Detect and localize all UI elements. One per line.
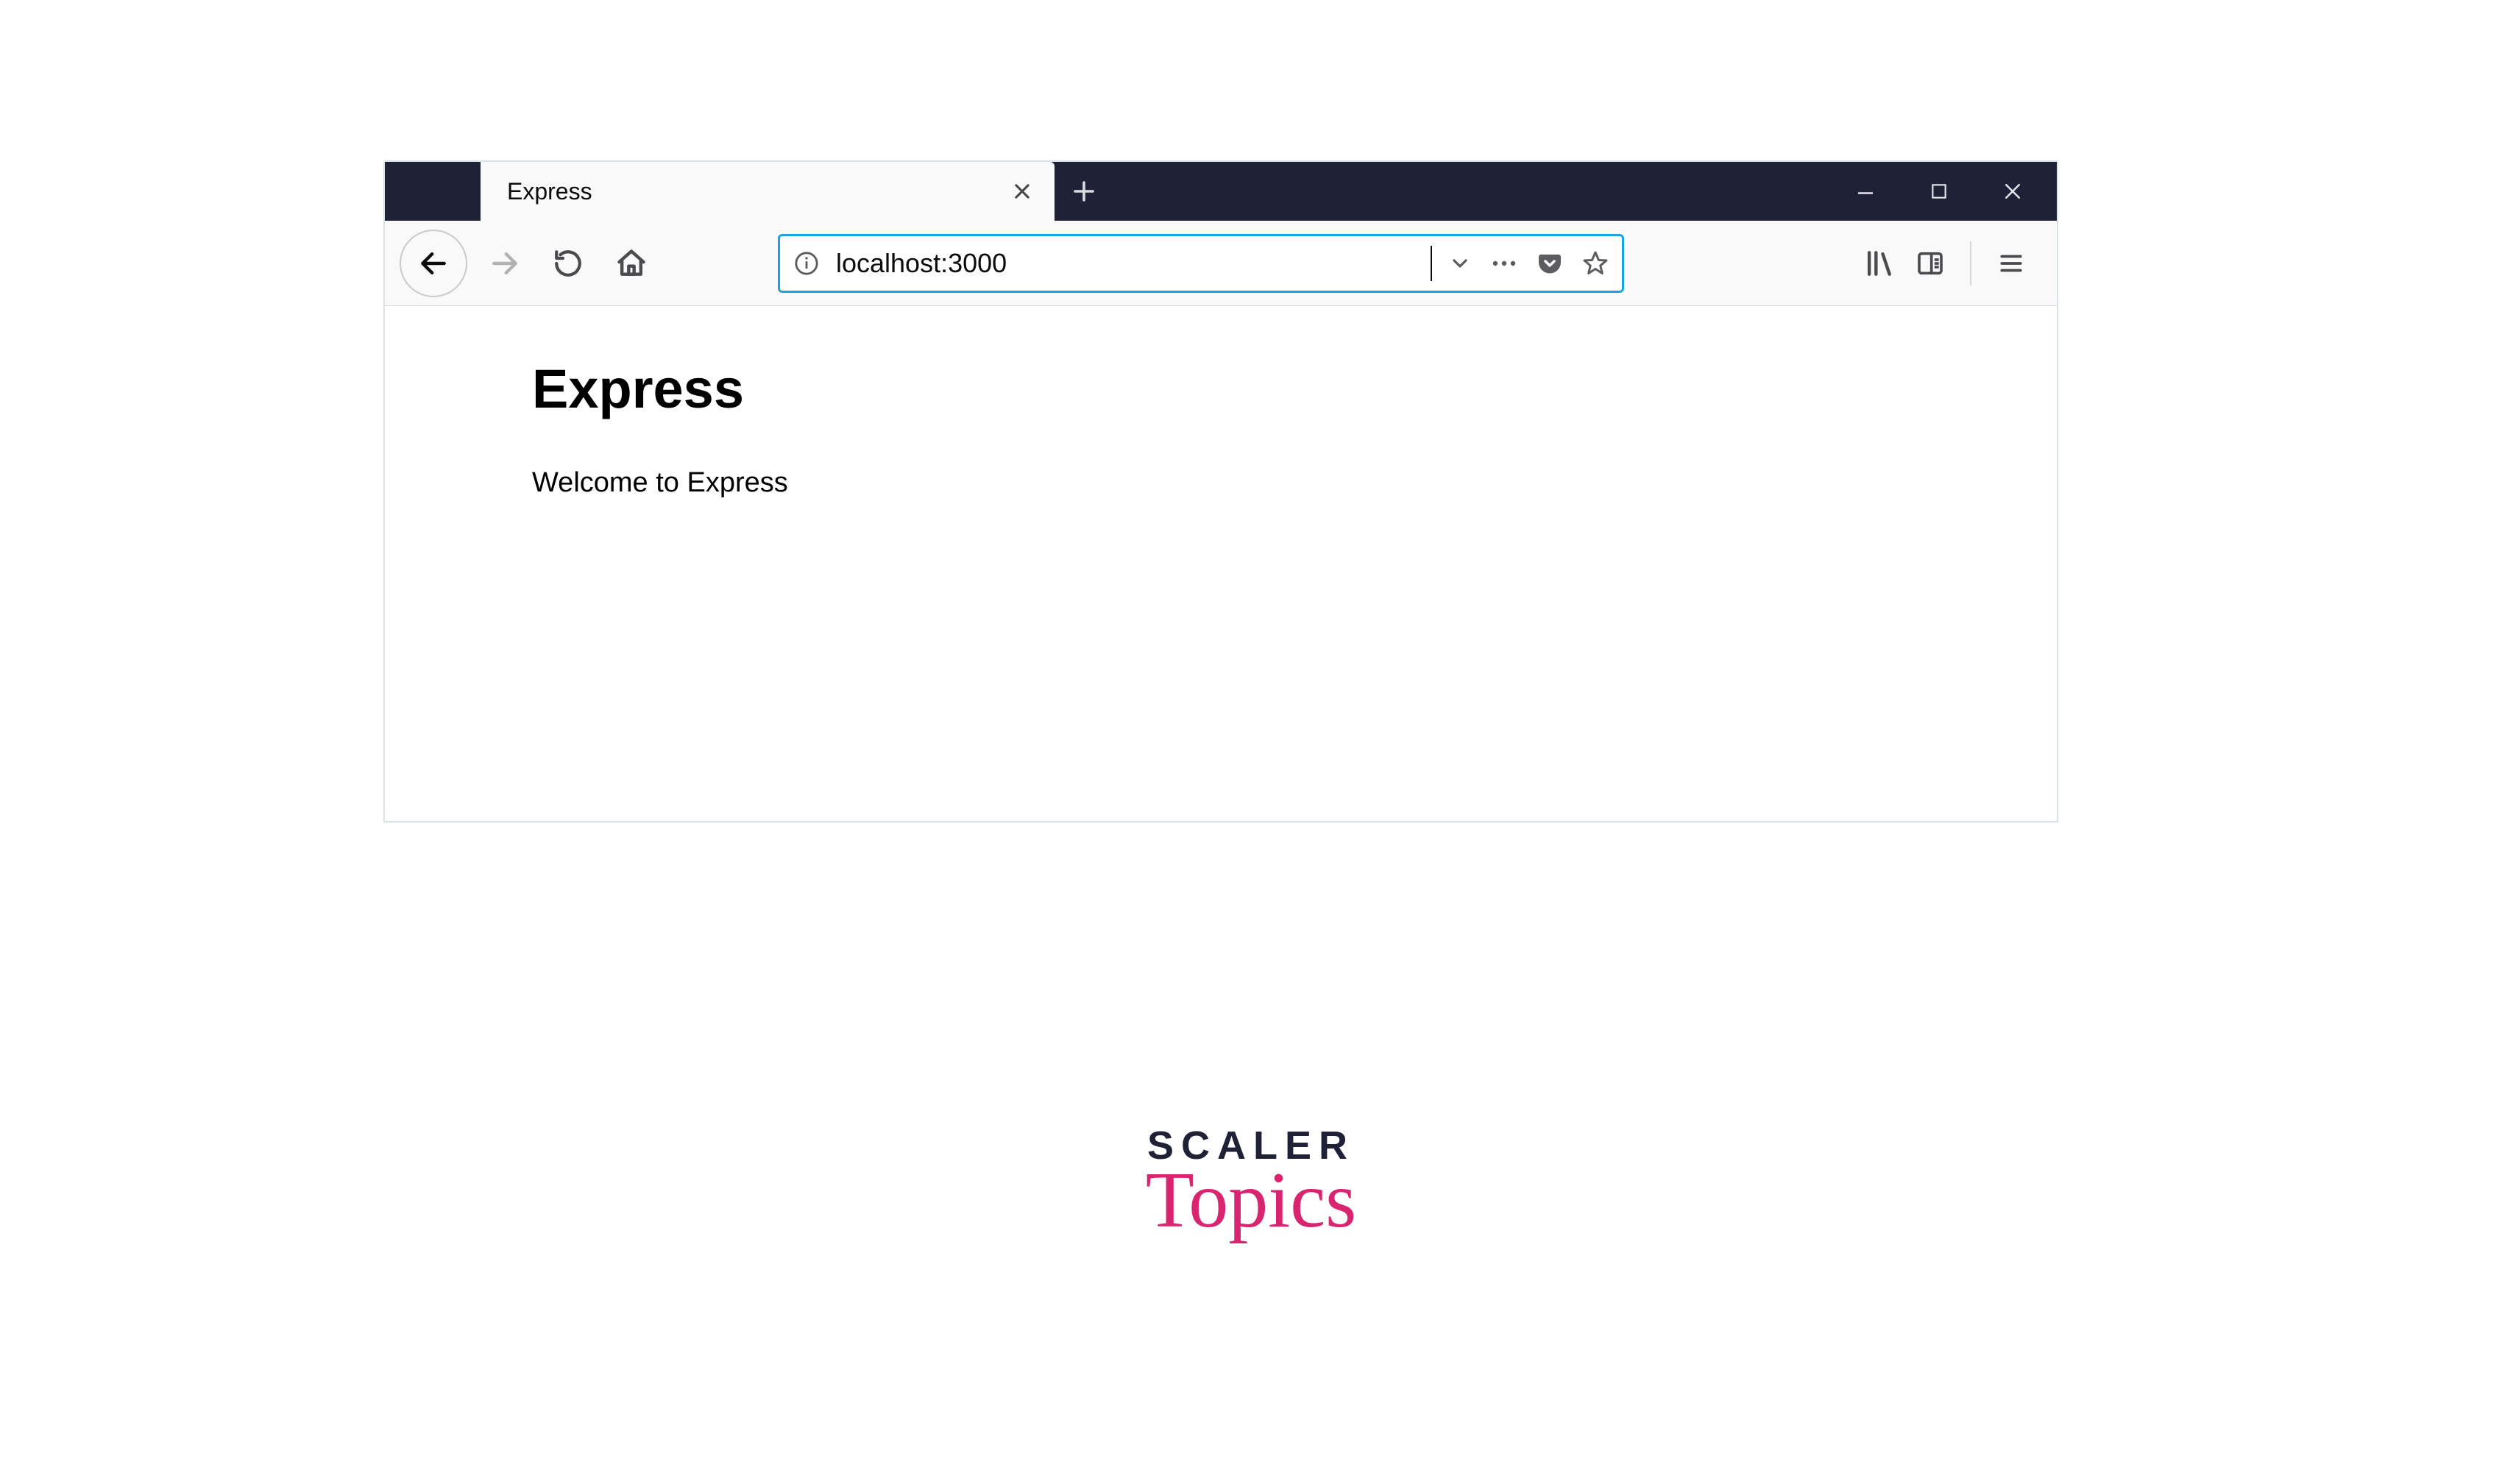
menu-icon[interactable]: [1989, 241, 2033, 285]
dropdown-icon[interactable]: [1448, 252, 1472, 275]
library-icon[interactable]: [1857, 241, 1901, 285]
forward-button[interactable]: [475, 233, 535, 294]
toolbar-right-actions: [1857, 241, 2042, 285]
page-viewport: Express Welcome to Express: [385, 306, 2057, 821]
pocket-icon[interactable]: [1537, 250, 1563, 277]
page-welcome-text: Welcome to Express: [532, 467, 2057, 499]
tab-strip: Express: [385, 162, 2057, 221]
sidebar-icon[interactable]: [1908, 241, 1952, 285]
bookmark-star-icon[interactable]: [1582, 250, 1609, 277]
page-actions-icon[interactable]: [1491, 260, 1517, 267]
back-button[interactable]: [400, 230, 467, 297]
url-bar-actions: [1448, 250, 1609, 277]
toolbar-divider: [1970, 241, 1971, 285]
browser-window: Express: [383, 160, 2058, 823]
toolbar: [385, 221, 2057, 306]
close-window-button[interactable]: [1976, 162, 2049, 221]
tab-title: Express: [507, 178, 993, 205]
minimize-button[interactable]: [1829, 162, 1902, 221]
page-heading: Express: [532, 358, 2057, 420]
close-tab-icon[interactable]: [1007, 177, 1037, 206]
url-bar[interactable]: [778, 234, 1624, 293]
home-button[interactable]: [601, 233, 662, 294]
browser-tab[interactable]: Express: [481, 162, 1055, 221]
url-input[interactable]: [836, 248, 1425, 279]
new-tab-button[interactable]: [1055, 162, 1113, 221]
reload-button[interactable]: [538, 233, 598, 294]
stage: Express: [0, 0, 2502, 1484]
tab-strip-leading: [385, 162, 481, 221]
info-icon[interactable]: [793, 250, 820, 277]
window-controls: [1829, 162, 2057, 221]
maximize-button[interactable]: [1902, 162, 1976, 221]
watermark-line2: Topics: [1146, 1161, 1356, 1240]
watermark: SCALER Topics: [1146, 1126, 1356, 1240]
text-cursor: [1431, 246, 1432, 281]
